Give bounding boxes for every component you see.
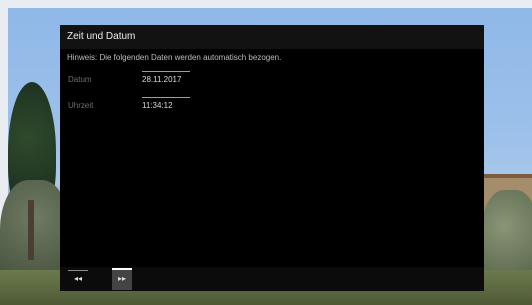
dialog-title: Zeit und Datum <box>60 25 484 49</box>
time-label: Uhrzeit <box>68 101 94 110</box>
date-row: Datum 28.11.2017 <box>68 71 468 87</box>
dialog-footer: ◂◂ ▸▸ <box>60 267 484 291</box>
tv-screen: Zeit und Datum Hinweis: Die folgenden Da… <box>0 0 532 305</box>
dialog-hint: Hinweis: Die folgenden Daten werden auto… <box>67 53 282 62</box>
tree-trunk <box>28 200 34 260</box>
screen-top-edge <box>0 0 532 8</box>
rewind-icon: ◂◂ <box>73 274 83 283</box>
fast-forward-button[interactable]: ▸▸ <box>112 268 132 290</box>
date-value: 28.11.2017 <box>142 71 191 84</box>
time-row: Uhrzeit 11:34:12 <box>68 97 468 113</box>
time-date-dialog: Zeit und Datum Hinweis: Die folgenden Da… <box>60 25 484 291</box>
fast-forward-icon: ▸▸ <box>117 274 127 283</box>
time-value: 11:34:12 <box>142 97 190 110</box>
rewind-button[interactable]: ◂◂ <box>68 270 88 288</box>
date-label: Datum <box>68 75 92 84</box>
